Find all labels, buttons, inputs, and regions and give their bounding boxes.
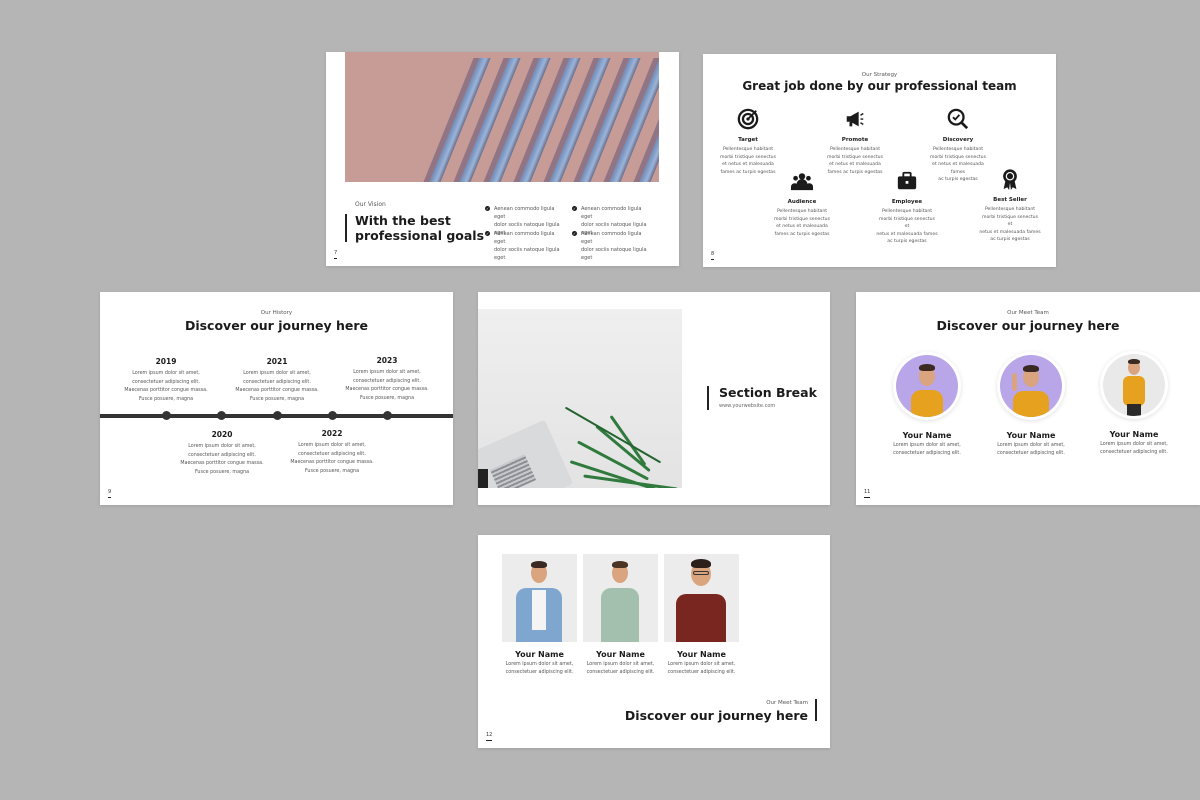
slide-meet-team[interactable]: Our Meet Team Discover our journey here … [856, 292, 1200, 505]
section-title: Section Break [719, 385, 817, 400]
laptop-plant-photo [478, 309, 682, 488]
member-name: Your Name [515, 650, 564, 659]
briefcase-icon [897, 171, 917, 190]
member-photo [664, 554, 739, 642]
member-name: Your Name [1006, 431, 1056, 440]
page-number: 8 [711, 251, 715, 260]
event-year: 2019 [155, 357, 177, 366]
slide-title: Discover our journey here [624, 708, 808, 723]
member-name: Your Name [596, 650, 645, 659]
check-icon: ✓ [572, 206, 577, 211]
timeline-node [162, 411, 171, 420]
architecture-photo [345, 52, 659, 182]
page-number: 7 [334, 250, 338, 259]
team-member: Your Name Lorem ipsum dolor sit amet, con… [888, 355, 966, 458]
page-number: 12 [486, 732, 493, 741]
accent-bar [707, 386, 709, 410]
member-name: Your Name [1109, 430, 1159, 439]
eyebrow: Our History [260, 310, 293, 316]
slide-team-grid[interactable]: Your Name Lorem ipsum dolor sit amet, con… [478, 535, 830, 748]
slide-title: Great job done by our professional team [742, 79, 1017, 93]
page-number: 9 [108, 489, 112, 498]
title-line-2: professional goals [355, 228, 485, 243]
service-audience: Audience Pellentesque habitant morbi tris… [771, 170, 833, 238]
check-icon: ✓ [485, 231, 490, 236]
service-best-seller: Best Seller Pellentesque habitant morbi t… [979, 168, 1041, 244]
service-employee: Employee Pellentesque habitant morbi tris… [876, 170, 938, 246]
event-year: 2022 [321, 429, 343, 438]
page-number: 11 [864, 489, 871, 498]
timeline-event: 2022 Lorem ipsum dolor sit amet, consecte… [282, 429, 382, 476]
team-card: Your Name Lorem ipsum dolor sit amet, con… [664, 554, 739, 677]
slide-strategy[interactable]: Our Strategy Great job done by our profe… [703, 54, 1056, 267]
target-icon [737, 108, 759, 130]
eyebrow: Our Vision [355, 201, 386, 208]
event-year: 2020 [211, 430, 233, 439]
timeline-event: 2023 Lorem ipsum dolor sit amet, consecte… [337, 356, 437, 403]
megaphone-icon [846, 111, 864, 127]
eyebrow: Our Strategy [861, 72, 898, 78]
team-member: Your Name Lorem ipsum dolor sit amet, con… [992, 355, 1070, 458]
accent-bar [345, 214, 347, 242]
timeline-node [273, 411, 282, 420]
team-card: Your Name Lorem ipsum dolor sit amet, con… [502, 554, 577, 677]
timeline-node [383, 411, 392, 420]
title-line-1: With the best [355, 213, 451, 228]
event-year: 2021 [266, 357, 288, 366]
timeline-node [328, 411, 337, 420]
member-photo [502, 554, 577, 642]
timeline-node [217, 411, 226, 420]
member-photo [583, 554, 658, 642]
bullet-item: ✓ Aenean commodo ligula eget dolor sociis… [485, 231, 560, 261]
timeline-event: 2021 Lorem ipsum dolor sit amet, consecte… [227, 357, 327, 404]
magnifier-check-icon [947, 108, 969, 130]
slide-section-break[interactable]: Section Break www.yourwebsite.com [478, 292, 830, 505]
eyebrow: Our Meet Team [1007, 310, 1049, 316]
team-card: Your Name Lorem ipsum dolor sit amet, con… [583, 554, 658, 677]
avatar [896, 355, 958, 417]
slide-title: Discover our journey here [936, 318, 1120, 333]
member-name: Your Name [677, 650, 726, 659]
timeline-event: 2020 Lorem ipsum dolor sit amet, consecte… [172, 430, 272, 477]
team-member: Your Name Lorem ipsum dolor sit amet, con… [1095, 354, 1173, 457]
service-target: Target Pellentesque habitant morbi tristi… [717, 108, 779, 176]
audience-icon [791, 173, 813, 191]
slide-title: With the best professional goals [355, 213, 484, 243]
slide-history[interactable]: Our History Discover our journey here 20… [100, 292, 453, 505]
avatar [1103, 354, 1165, 416]
website-text: www.yourwebsite.com [719, 403, 776, 409]
check-icon: ✓ [572, 231, 577, 236]
eyebrow: Our Meet Team [766, 700, 808, 706]
slide-title: Discover our journey here [184, 318, 369, 333]
accent-bar [815, 699, 817, 721]
member-name: Your Name [902, 431, 952, 440]
check-icon: ✓ [485, 206, 490, 211]
slide-vision[interactable]: Our Vision With the best professional go… [326, 52, 679, 266]
service-promote: Promote Pellentesque habitant morbi trist… [824, 108, 886, 176]
timeline-event: 2019 Lorem ipsum dolor sit amet, consecte… [116, 357, 216, 404]
event-year: 2023 [376, 356, 398, 365]
avatar [1000, 355, 1062, 417]
footer-heading: Our Meet Team Discover our journey here [625, 700, 808, 723]
bullet-item: ✓ Aenean commodo ligula eget dolor sociis… [572, 231, 647, 261]
award-badge-icon [1003, 169, 1017, 190]
